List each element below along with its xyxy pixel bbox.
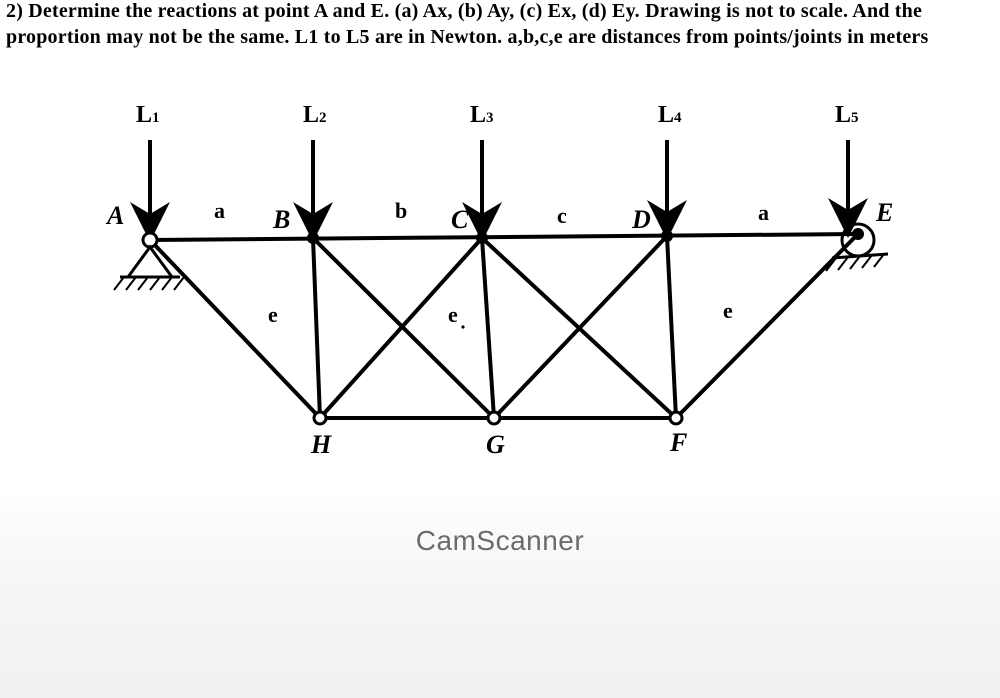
page-fade-overlay [0,488,1000,698]
pin-support-A [114,247,184,290]
camscanner-watermark: CamScanner [0,525,1000,557]
